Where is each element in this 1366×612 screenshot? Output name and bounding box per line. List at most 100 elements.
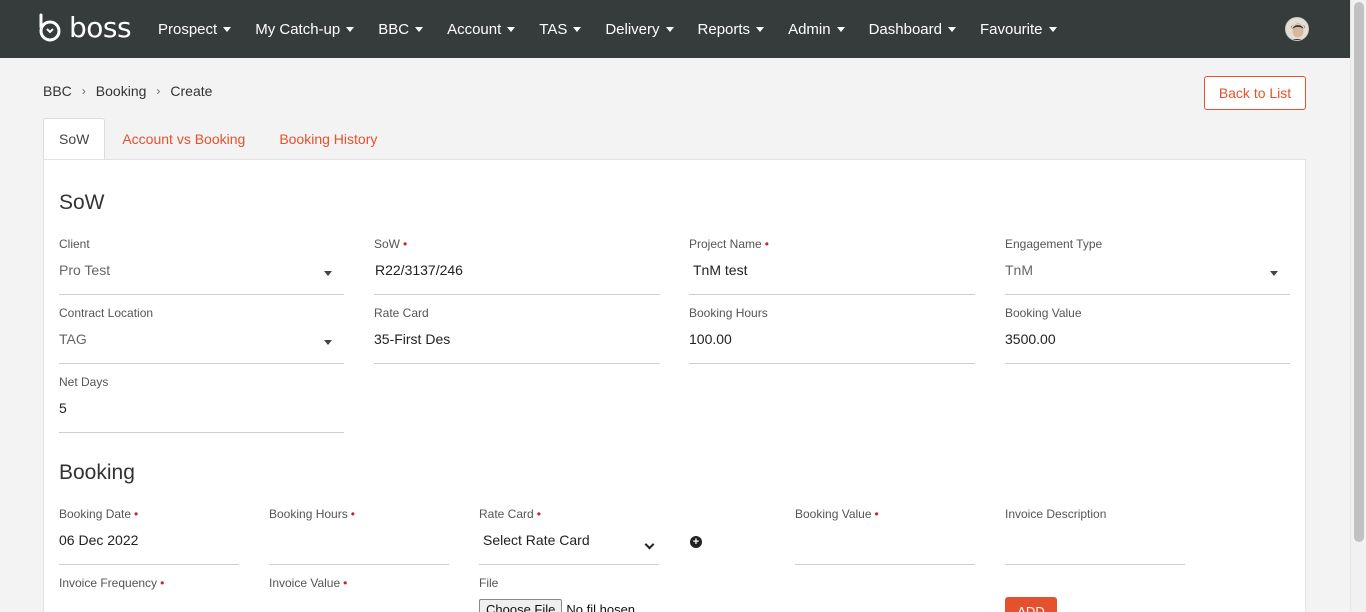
nav-label: My Catch-up (255, 20, 341, 38)
tab-booking-history[interactable]: Booking History (262, 118, 394, 160)
booking-hours-label: Booking Hours (689, 306, 768, 320)
back-to-list-button[interactable]: Back to List (1204, 76, 1306, 110)
invoice-value-label: Invoice Value • (269, 576, 449, 590)
engagement-type-select[interactable]: TnM (1005, 251, 1290, 295)
required-marker: • (160, 576, 165, 590)
booking-date-label-text: Booking Date (59, 507, 132, 521)
invoice-description-input[interactable] (1005, 521, 1185, 565)
nav-label: Favourite (979, 20, 1043, 38)
required-marker: • (134, 507, 139, 521)
page-scrollbar[interactable] (1350, 0, 1366, 612)
invoice-frequency-label: Invoice Frequency • (59, 576, 239, 590)
booking-hours-entry-input[interactable] (269, 521, 449, 565)
caret-down-icon (756, 27, 765, 32)
contract-location-select[interactable]: TAG (59, 320, 344, 364)
net-days-label: Net Days (59, 375, 109, 389)
caret-down-icon (1270, 271, 1278, 276)
nav-label: TAS (539, 20, 568, 38)
engagement-type-field: Engagement Type TnM (1005, 237, 1290, 295)
caret-down-icon (324, 340, 332, 345)
nav-label: Reports (697, 20, 751, 38)
booking-date-input[interactable]: 06 Dec 2022 (59, 521, 239, 565)
file-picker: Choose File No fil hosen (479, 599, 679, 612)
add-rate-card-icon[interactable]: + (690, 536, 702, 548)
nav-reports[interactable]: Reports (698, 21, 765, 38)
required-marker: • (350, 507, 355, 521)
caret-down-icon (324, 271, 332, 276)
net-days-field: Net Days 5 (59, 375, 344, 433)
rate-card-input[interactable]: 35-First Des (374, 320, 660, 364)
nav-prospect[interactable]: Prospect (158, 21, 232, 38)
file-status: No fil hosen (566, 602, 636, 612)
nav-label: Dashboard (868, 20, 942, 38)
boss-logo-icon (37, 13, 64, 43)
rate-card-select[interactable]: Select Rate Card (479, 521, 659, 565)
tab-bar: SoW Account vs Booking Booking History (43, 118, 394, 160)
chevron-right-icon: › (81, 84, 86, 98)
contract-location-label: Contract Location (59, 306, 154, 320)
chevron-right-icon: › (156, 84, 161, 98)
add-button[interactable]: ADD (1005, 597, 1057, 612)
project-name-input[interactable]: TnM test (689, 251, 975, 295)
top-navbar: boss Prospect My Catch-up BBC Account TA… (0, 0, 1350, 58)
tab-account-vs-booking[interactable]: Account vs Booking (105, 118, 262, 160)
nav-favourite[interactable]: Favourite (980, 21, 1057, 38)
required-marker: • (403, 237, 408, 251)
client-field: Client Pro Test (59, 237, 344, 295)
booking-section-title: Booking (59, 461, 135, 484)
sow-label: SoW • (374, 237, 660, 251)
breadcrumb: BBC › Booking › Create (43, 83, 212, 99)
booking-rate-card-label-text: Rate Card (479, 507, 534, 521)
client-select[interactable]: Pro Test (59, 251, 344, 295)
booking-date-field: Booking Date • 06 Dec 2022 (59, 507, 239, 565)
nav-account[interactable]: Account (447, 20, 516, 38)
nav-label: BBC (378, 20, 410, 38)
booking-hours-entry-field: Booking Hours • (269, 507, 449, 565)
booking-value-entry-label-text: Booking Value (795, 507, 872, 521)
caret-down-icon (573, 27, 582, 32)
booking-hours-entry-label-text: Booking Hours (269, 507, 348, 521)
booking-hours-entry-label: Booking Hours • (269, 507, 449, 521)
sow-input[interactable]: R22/3137/246 (374, 251, 660, 295)
caret-down-icon (507, 27, 516, 32)
contract-location-field: Contract Location TAG (59, 306, 344, 364)
required-marker: • (764, 237, 769, 251)
sow-panel: SoW Client Pro Test SoW • R22/3137/246 Pr… (43, 159, 1306, 612)
net-days-input[interactable]: 5 (59, 389, 344, 433)
sow-section-title: SoW (59, 191, 105, 214)
nav-dashboard[interactable]: Dashboard (869, 21, 956, 38)
booking-rate-card-label: Rate Card • (479, 507, 659, 521)
nav-my-catch-up[interactable]: My Catch-up (255, 20, 355, 38)
booking-value-entry-field: Booking Value • (795, 507, 975, 565)
invoice-value-field: Invoice Value • (269, 576, 449, 590)
project-name-field: Project Name • TnM test (689, 237, 975, 295)
booking-hours-input[interactable]: 100.00 (689, 320, 975, 364)
chevron-down-icon (644, 539, 655, 550)
required-marker: • (536, 507, 541, 521)
rate-card-select-value: Select Rate Card (483, 532, 590, 548)
breadcrumb-bbc[interactable]: BBC (43, 83, 72, 99)
booking-date-label: Booking Date • (59, 507, 239, 521)
user-avatar[interactable] (1285, 17, 1309, 41)
tab-sow[interactable]: SoW (43, 118, 106, 160)
caret-down-icon (1048, 27, 1057, 32)
app-logo[interactable]: boss (37, 13, 132, 43)
choose-file-button[interactable]: Choose File (479, 599, 563, 612)
file-field: File Choose File No fil hosen (479, 576, 679, 612)
scrollbar-thumb[interactable] (1354, 2, 1364, 542)
nav-bbc[interactable]: BBC (378, 20, 424, 38)
invoice-value-label-text: Invoice Value (269, 576, 341, 590)
nav-delivery[interactable]: Delivery (605, 21, 674, 38)
breadcrumb-booking[interactable]: Booking (96, 83, 147, 99)
booking-value-input[interactable]: 3500.00 (1005, 320, 1290, 364)
nav-tas[interactable]: TAS (539, 20, 582, 38)
nav-label: Account (447, 20, 502, 38)
booking-value-entry-label: Booking Value • (795, 507, 975, 521)
nav-admin[interactable]: Admin (788, 21, 845, 38)
required-marker: • (874, 507, 879, 521)
engagement-type-value: TnM (1005, 262, 1033, 278)
sow-field: SoW • R22/3137/246 (374, 237, 660, 295)
booking-value-field: Booking Value 3500.00 (1005, 306, 1290, 364)
project-name-label-text: Project Name (689, 237, 762, 251)
booking-value-entry-input[interactable] (795, 521, 975, 565)
